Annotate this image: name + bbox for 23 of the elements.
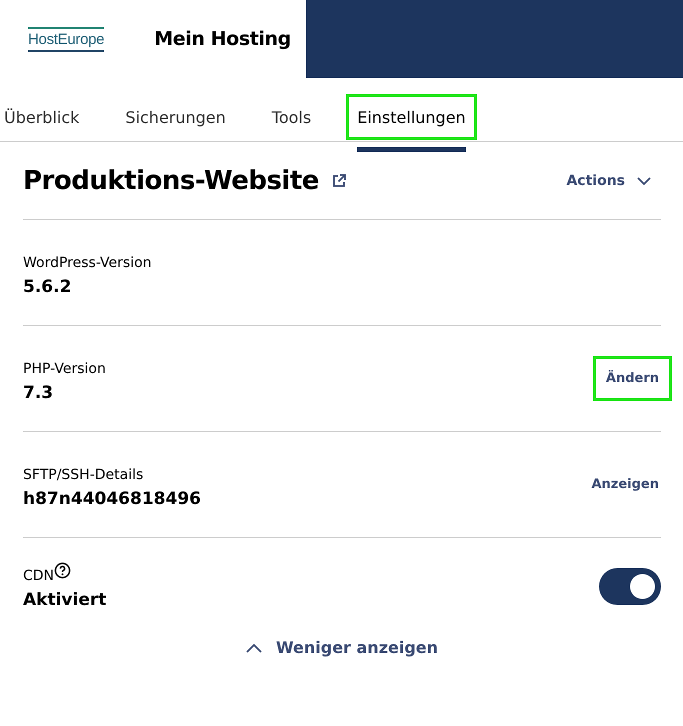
external-link-icon[interactable] [330,172,347,188]
setting-value: Aktiviert [23,590,106,610]
help-icon[interactable] [54,562,72,579]
host-europe-logo[interactable]: HostEurope [28,26,104,52]
tab[interactable]: Überblick [4,94,90,140]
toggle-switch[interactable] [599,568,661,604]
tab[interactable]: Tools [260,94,322,140]
site-title: Produktions-Website [23,166,319,196]
tab[interactable]: Sicherungen [114,94,237,140]
setting-label: PHP-Version [23,360,106,376]
app-title: Mein Hosting [154,28,291,50]
setting-value: h87n44046818496 [23,488,201,508]
setting-label: CDN [23,568,54,584]
setting-label: SFTP/SSH-Details [23,466,144,482]
setting-link[interactable]: Ändern [592,356,672,401]
chevron-up-icon [246,642,262,652]
setting-label: WordPress-Version [23,254,152,270]
setting-link[interactable]: Anzeigen [578,462,672,507]
setting-value: 7.3 [23,382,54,402]
chevron-down-icon [637,176,651,186]
actions-dropdown[interactable]: Actions [566,172,661,188]
show-less-button[interactable]: Weniger anzeigen [242,634,442,661]
setting-value: 5.6.2 [23,276,72,296]
